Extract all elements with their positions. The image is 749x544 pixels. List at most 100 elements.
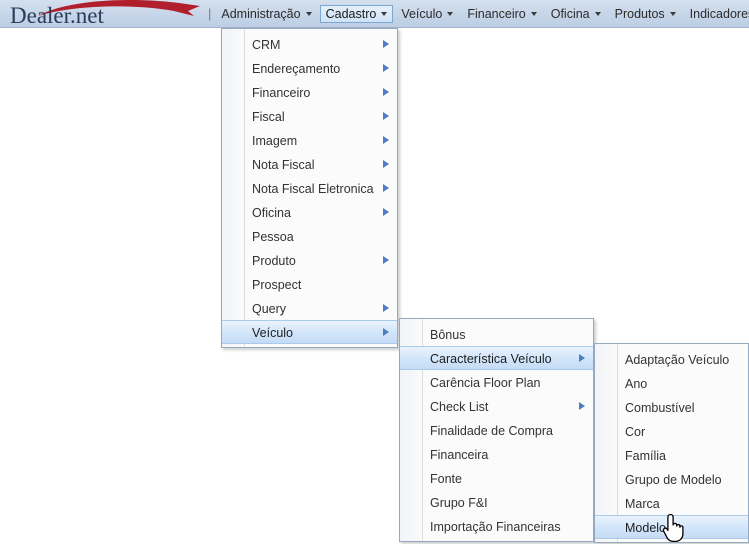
- menu-item-caracteristica-veiculo[interactable]: Característica Veículo: [400, 346, 593, 370]
- menu-item-label: Imagem: [252, 134, 298, 148]
- menu-item-label: Nota Fiscal Eletronica: [252, 182, 374, 196]
- menu-item-query[interactable]: Query: [222, 296, 397, 320]
- menu-item-label: Cor: [625, 425, 646, 439]
- submenu-arrow-icon: [383, 208, 389, 216]
- menu-item-label: Endereçamento: [252, 62, 341, 76]
- nav-item-indicadores[interactable]: Indicadores: [684, 5, 749, 23]
- menu-item-fiscal[interactable]: Fiscal: [222, 104, 397, 128]
- nav-item-veiculo[interactable]: Veículo: [395, 5, 459, 23]
- menu-item-enderecamento[interactable]: Endereçamento: [222, 56, 397, 80]
- menu-item-carencia-floor-plan[interactable]: Carência Floor Plan: [400, 370, 593, 394]
- submenu-arrow-icon: [383, 136, 389, 144]
- menu-item-label: Grupo F&I: [430, 496, 488, 510]
- app-logo[interactable]: Dealer.net: [0, 0, 208, 28]
- menu-item-pessoa[interactable]: Pessoa: [222, 224, 397, 248]
- submenu-arrow-icon: [383, 40, 389, 48]
- menu-item-importacao-financeiras[interactable]: Importação Financeiras: [400, 514, 593, 538]
- nav-item-produtos[interactable]: Produtos: [609, 5, 682, 23]
- dropdown-menu-caracteristica-veiculo: Adaptação Veículo Ano Combustível Cor Fa…: [594, 343, 749, 543]
- menu-list-caracteristica-veiculo: Adaptação Veículo Ano Combustível Cor Fa…: [595, 344, 748, 542]
- submenu-arrow-icon: [383, 160, 389, 168]
- menu-item-imagem[interactable]: Imagem: [222, 128, 397, 152]
- menu-item-modelo[interactable]: Modelo: [595, 515, 748, 539]
- menu-item-label: Oficina: [252, 206, 291, 220]
- menu-item-grupo-fi[interactable]: Grupo F&I: [400, 490, 593, 514]
- nav-separator: |: [208, 6, 212, 21]
- menu-item-label: Finalidade de Compra: [430, 424, 553, 438]
- logo-text: Dealer.net: [10, 2, 104, 28]
- menu-item-label: CRM: [252, 38, 281, 52]
- menu-item-prospect[interactable]: Prospect: [222, 272, 397, 296]
- menu-item-label: Nota Fiscal: [252, 158, 315, 172]
- menu-item-grupo-de-modelo[interactable]: Grupo de Modelo: [595, 467, 748, 491]
- dropdown-menu-veiculo: Bônus Característica Veículo Carência Fl…: [399, 318, 594, 542]
- menu-item-label: Financeira: [430, 448, 489, 462]
- menu-item-marca[interactable]: Marca: [595, 491, 748, 515]
- submenu-arrow-icon: [383, 112, 389, 120]
- menu-item-check-list[interactable]: Check List: [400, 394, 593, 418]
- nav-item-label: Produtos: [614, 6, 665, 21]
- menu-item-label: Produto: [252, 254, 296, 268]
- menu-item-label: Financeiro: [252, 86, 311, 100]
- menu-item-label: Fiscal: [252, 110, 285, 124]
- nav-item-oficina[interactable]: Oficina: [545, 5, 607, 23]
- dropdown-menu-cadastro: CRM Endereçamento Financeiro Fiscal Imag…: [221, 28, 398, 348]
- menu-item-label: Família: [625, 449, 666, 463]
- menu-item-label: Adaptação Veículo: [625, 353, 730, 367]
- menu-item-financeiro[interactable]: Financeiro: [222, 80, 397, 104]
- top-navigation-bar: Dealer.net | Administração Cadastro Veíc…: [0, 0, 749, 28]
- menu-item-finalidade-de-compra[interactable]: Finalidade de Compra: [400, 418, 593, 442]
- submenu-arrow-icon: [579, 354, 585, 362]
- menu-item-label: Fonte: [430, 472, 462, 486]
- chevron-down-icon: [305, 11, 312, 16]
- menu-list-veiculo: Bônus Característica Veículo Carência Fl…: [400, 319, 593, 541]
- nav-item-label: Administração: [221, 6, 301, 21]
- menu-item-label: Marca: [625, 497, 660, 511]
- chevron-down-icon: [447, 11, 454, 16]
- nav-item-label: Financeiro: [467, 6, 526, 21]
- menu-item-label: Importação Financeiras: [430, 520, 561, 534]
- submenu-arrow-icon: [383, 88, 389, 96]
- nav-item-label: Oficina: [550, 6, 590, 21]
- menu-list-cadastro: CRM Endereçamento Financeiro Fiscal Imag…: [222, 29, 397, 347]
- menu-item-familia[interactable]: Família: [595, 443, 748, 467]
- menu-item-financeira[interactable]: Financeira: [400, 442, 593, 466]
- menu-item-combustivel[interactable]: Combustível: [595, 395, 748, 419]
- submenu-arrow-icon: [383, 328, 389, 336]
- menu-item-label: Carência Floor Plan: [430, 376, 541, 390]
- submenu-arrow-icon: [383, 256, 389, 264]
- chevron-down-icon: [669, 11, 676, 16]
- chevron-down-icon: [381, 11, 388, 16]
- nav-item-financeiro[interactable]: Financeiro: [461, 5, 542, 23]
- nav-item-label: Indicadores: [689, 6, 749, 21]
- menu-item-label: Check List: [430, 400, 489, 414]
- menu-item-label: Combustível: [625, 401, 695, 415]
- nav-item-label: Veículo: [401, 6, 443, 21]
- chevron-down-icon: [594, 11, 601, 16]
- menu-item-label: Ano: [625, 377, 648, 391]
- menu-item-label: Característica Veículo: [430, 352, 552, 366]
- nav-item-administracao[interactable]: Administração: [215, 5, 317, 23]
- submenu-arrow-icon: [383, 184, 389, 192]
- menu-item-fonte[interactable]: Fonte: [400, 466, 593, 490]
- menu-item-ano[interactable]: Ano: [595, 371, 748, 395]
- menu-item-bonus[interactable]: Bônus: [400, 322, 593, 346]
- submenu-arrow-icon: [383, 64, 389, 72]
- chevron-down-icon: [530, 11, 537, 16]
- menu-item-oficina[interactable]: Oficina: [222, 200, 397, 224]
- menu-item-label: Query: [252, 302, 287, 316]
- nav-item-label: Cadastro: [325, 6, 377, 21]
- menu-item-adaptacao-veiculo[interactable]: Adaptação Veículo: [595, 347, 748, 371]
- menu-item-cor[interactable]: Cor: [595, 419, 748, 443]
- menu-item-produto[interactable]: Produto: [222, 248, 397, 272]
- nav-item-cadastro[interactable]: Cadastro: [319, 4, 394, 23]
- submenu-arrow-icon: [383, 304, 389, 312]
- menu-item-veiculo[interactable]: Veículo: [222, 320, 397, 344]
- submenu-arrow-icon: [579, 402, 585, 410]
- menu-item-nota-fiscal[interactable]: Nota Fiscal: [222, 152, 397, 176]
- menu-item-label: Bônus: [430, 328, 466, 342]
- menu-item-label: Veículo: [252, 326, 294, 340]
- menu-item-label: Modelo: [625, 521, 666, 535]
- menu-item-crm[interactable]: CRM: [222, 32, 397, 56]
- menu-item-nota-fiscal-eletronica[interactable]: Nota Fiscal Eletronica: [222, 176, 397, 200]
